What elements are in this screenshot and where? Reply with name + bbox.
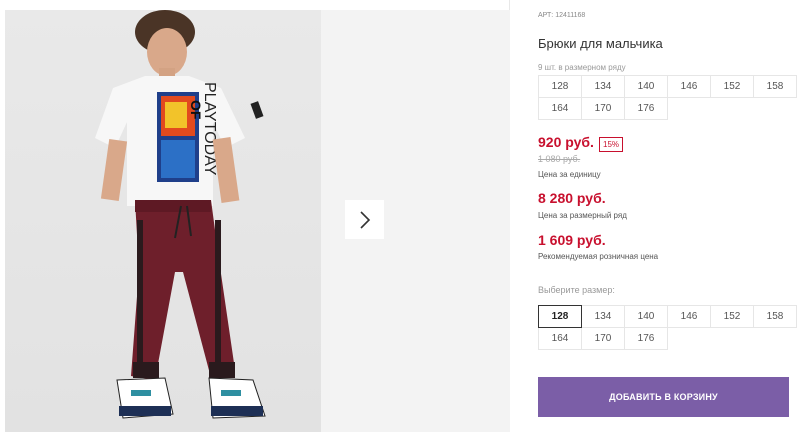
pack-size-cell: 134 bbox=[581, 75, 625, 98]
pack-size-cell: 164 bbox=[538, 97, 582, 120]
pack-size-cell: 140 bbox=[624, 75, 668, 98]
boy-model-image: PLAYTODAY OF bbox=[95, 10, 266, 419]
pack-size-cell: 158 bbox=[753, 75, 797, 98]
shirt-print-text: PLAYTODAY bbox=[201, 82, 218, 176]
pack-sizes-grid: 128 134 140 146 152 158 164 170 176 bbox=[538, 75, 797, 120]
size-option[interactable]: 158 bbox=[753, 305, 797, 328]
pack-price-caption: Цена за размерный ряд bbox=[538, 211, 627, 220]
size-option-selected[interactable]: 128 bbox=[538, 305, 582, 328]
chevron-right-icon bbox=[359, 210, 370, 229]
pack-price: 8 280 руб. bbox=[538, 190, 606, 206]
product-title: Брюки для мальчика bbox=[538, 36, 663, 51]
size-option[interactable]: 140 bbox=[624, 305, 668, 328]
retail-price-caption: Рекомендуемая розничная цена bbox=[538, 252, 659, 261]
size-option[interactable]: 164 bbox=[538, 327, 582, 350]
shirt-print-text-2: OF bbox=[188, 100, 204, 120]
gallery-next-button[interactable] bbox=[345, 200, 384, 239]
unit-price-caption: Цена за единицу bbox=[538, 170, 601, 179]
size-selector-label: Выберите размер: bbox=[538, 285, 615, 295]
pack-size-cell: 146 bbox=[667, 75, 711, 98]
size-option[interactable]: 146 bbox=[667, 305, 711, 328]
discount-badge: 15% bbox=[599, 137, 624, 152]
add-to-cart-button[interactable]: ДОБАВИТЬ В КОРЗИНУ bbox=[538, 377, 789, 417]
unit-price: 920 руб. bbox=[538, 134, 594, 150]
pack-size-cell: 128 bbox=[538, 75, 582, 98]
size-option[interactable]: 134 bbox=[581, 305, 625, 328]
retail-price: 1 609 руб. bbox=[538, 232, 606, 248]
pack-size-cell: 176 bbox=[624, 97, 668, 120]
pack-size-note: 9 шт. в размерном ряду bbox=[538, 63, 626, 72]
size-option[interactable]: 152 bbox=[710, 305, 754, 328]
size-option[interactable]: 176 bbox=[624, 327, 668, 350]
size-option[interactable]: 170 bbox=[581, 327, 625, 350]
product-gallery: PLAYTODAY OF bbox=[0, 0, 510, 432]
pack-size-cell: 152 bbox=[710, 75, 754, 98]
product-info-panel: АРТ: 12411168 Брюки для мальчика 9 шт. в… bbox=[538, 0, 800, 432]
product-photo-main[interactable]: PLAYTODAY OF bbox=[5, 10, 321, 432]
old-price: 1 080 руб. bbox=[538, 154, 581, 164]
size-selector-grid: 128 134 140 146 152 158 164 170 176 bbox=[538, 305, 797, 350]
pack-size-cell: 170 bbox=[581, 97, 625, 120]
product-sku: АРТ: 12411168 bbox=[538, 12, 586, 19]
